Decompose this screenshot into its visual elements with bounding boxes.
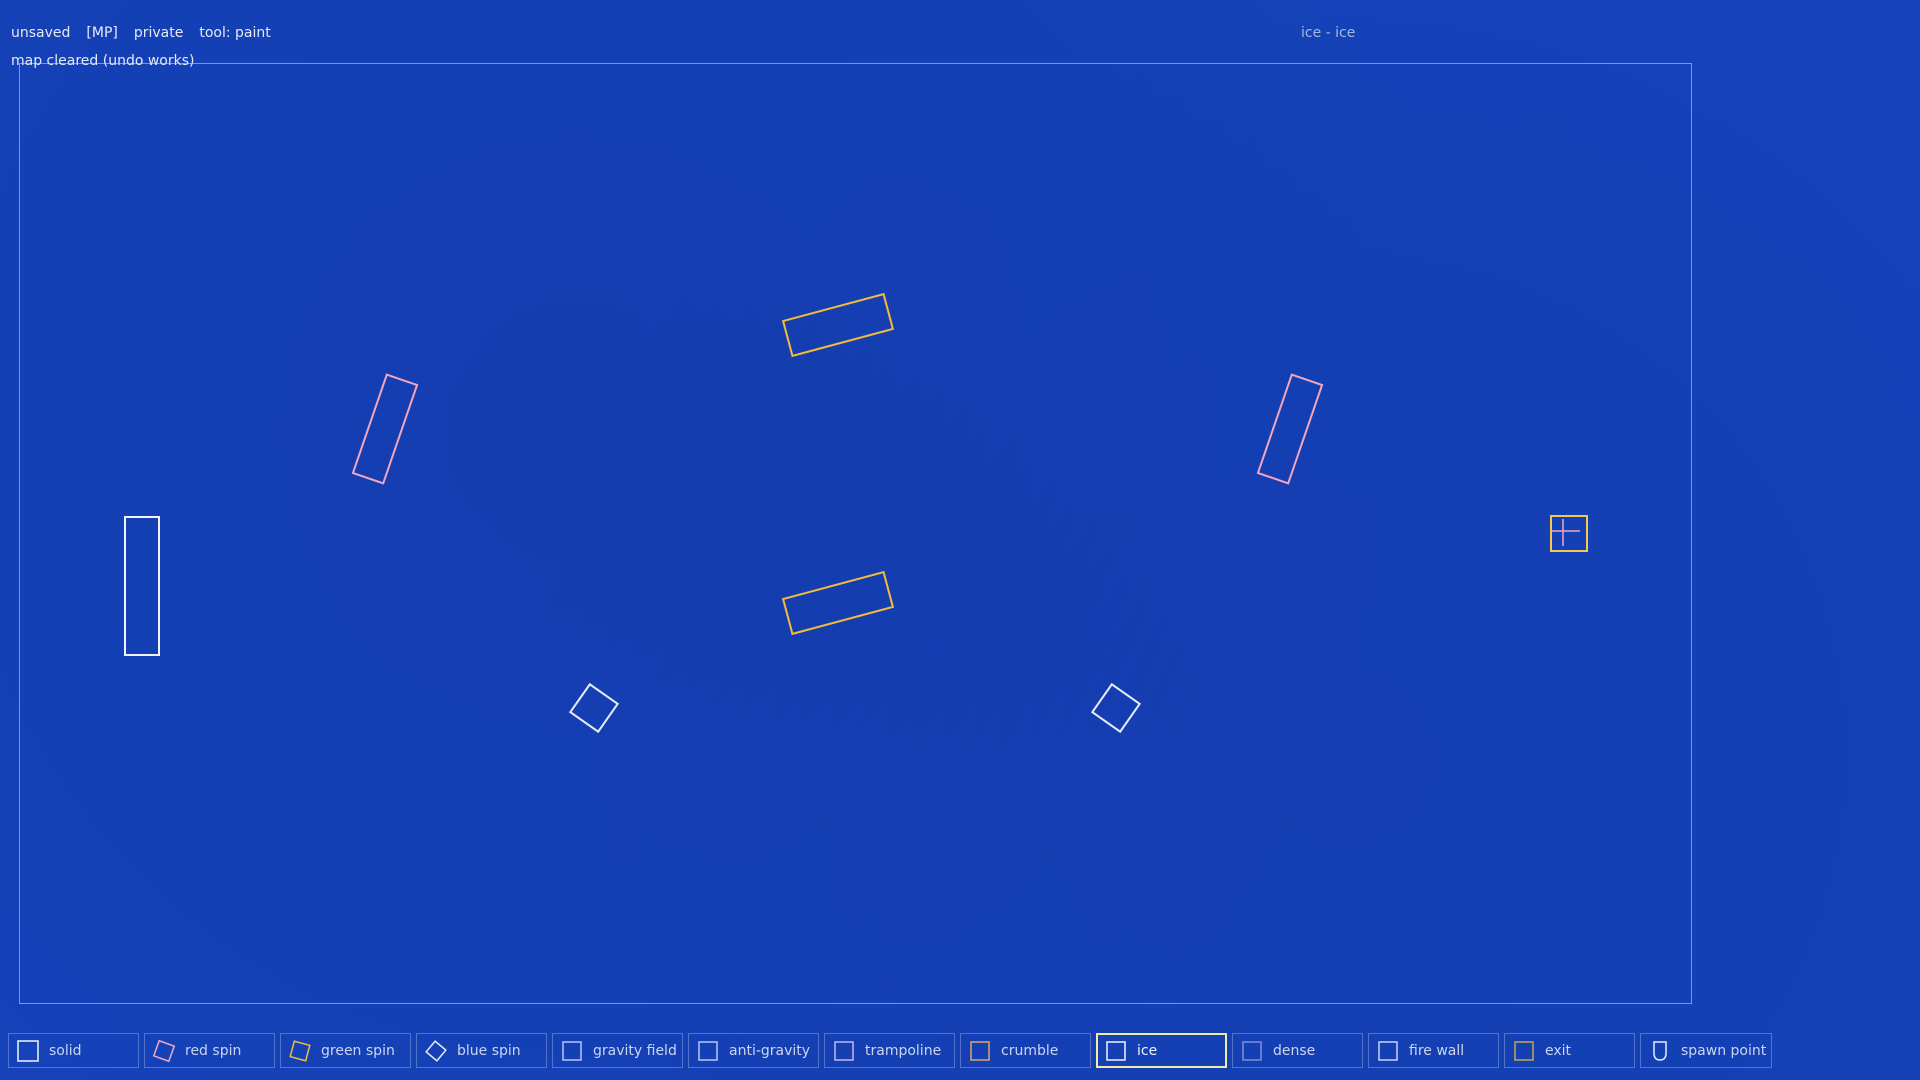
palette-label: ice <box>1137 1042 1158 1059</box>
palette-label: spawn point <box>1681 1042 1767 1059</box>
map-canvas[interactable] <box>19 63 1692 1004</box>
square-outline-icon <box>1242 1040 1262 1061</box>
square-outline-icon <box>698 1040 718 1061</box>
save-state-label: unsaved <box>11 25 71 41</box>
palette-item-crumble[interactable]: crumble <box>960 1033 1091 1068</box>
square-outline-icon <box>970 1040 990 1061</box>
mode-label: [MP] <box>86 25 118 41</box>
palette-item-red-spin[interactable]: red spin <box>144 1033 275 1068</box>
square-outline-icon <box>562 1040 582 1061</box>
palette-label: gravity field <box>593 1042 677 1059</box>
palette-label: green spin <box>321 1042 395 1059</box>
block-palette: solid red spin green spin blue spin grav… <box>8 1033 1772 1068</box>
diamond-icon <box>425 1039 447 1062</box>
palette-item-green-spin[interactable]: green spin <box>280 1033 411 1068</box>
visibility-label: private <box>133 25 184 41</box>
palette-item-fire-wall[interactable]: fire wall <box>1368 1033 1499 1068</box>
square-outline-icon <box>1378 1040 1398 1061</box>
palette-label: fire wall <box>1409 1042 1465 1059</box>
rotated-square-icon <box>152 1039 176 1062</box>
palette-label: crumble <box>1001 1042 1059 1059</box>
palette-item-ice[interactable]: ice <box>1096 1033 1227 1068</box>
palette-item-exit[interactable]: exit <box>1504 1033 1635 1068</box>
tool-label: tool: paint <box>199 25 271 41</box>
square-outline-icon <box>834 1040 854 1061</box>
rotated-square-icon <box>289 1039 311 1062</box>
palette-label: solid <box>49 1042 82 1059</box>
palette-item-trampoline[interactable]: trampoline <box>824 1033 955 1068</box>
map-title: ice - ice <box>1301 25 1356 41</box>
palette-label: blue spin <box>457 1042 521 1059</box>
square-outline-icon <box>1514 1040 1534 1061</box>
editor-root: unsaved [MP] private tool: paint map cle… <box>0 0 1920 1080</box>
palette-item-anti-gravity[interactable]: anti-gravity <box>688 1033 819 1068</box>
palette-item-solid[interactable]: solid <box>8 1033 139 1068</box>
square-outline-icon <box>1106 1040 1126 1061</box>
palette-label: anti-gravity <box>729 1042 811 1059</box>
palette-label: dense <box>1273 1042 1316 1059</box>
square-outline-icon <box>17 1039 39 1062</box>
shield-icon <box>1653 1040 1667 1061</box>
palette-item-gravity-field[interactable]: gravity field <box>552 1033 683 1068</box>
palette-item-dense[interactable]: dense <box>1232 1033 1363 1068</box>
status-bar: unsaved [MP] private tool: paint <box>11 25 271 41</box>
palette-label: trampoline <box>865 1042 942 1059</box>
palette-item-blue-spin[interactable]: blue spin <box>416 1033 547 1068</box>
palette-label: red spin <box>185 1042 242 1059</box>
palette-item-spawn-point[interactable]: spawn point <box>1640 1033 1772 1068</box>
palette-label: exit <box>1545 1042 1572 1059</box>
